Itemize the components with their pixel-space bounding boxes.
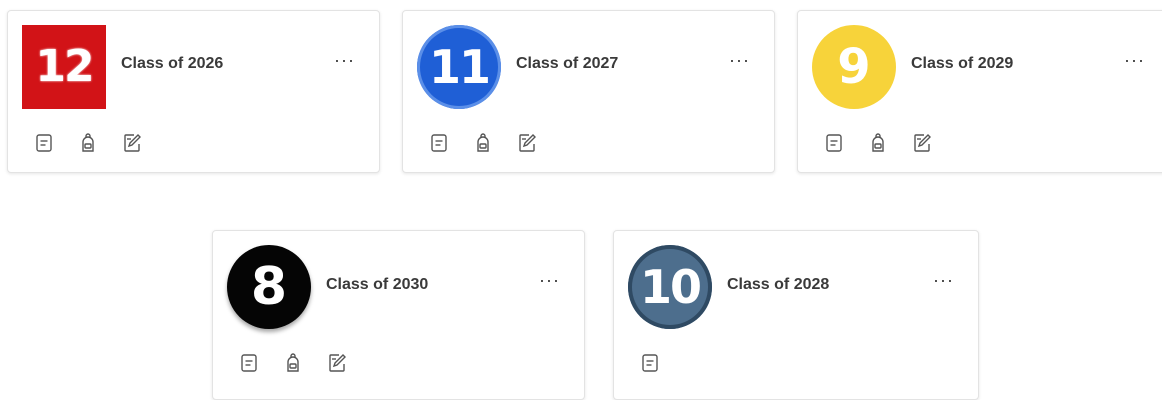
more-options-button[interactable]: ··· bbox=[334, 51, 355, 69]
more-options-button[interactable]: ··· bbox=[729, 51, 750, 69]
class-logo-number: 12 bbox=[35, 41, 94, 92]
notes-icon[interactable] bbox=[638, 351, 662, 375]
class-logo-number: 9 bbox=[837, 39, 871, 95]
class-logo-9: 9 bbox=[812, 25, 896, 109]
class-card-2028[interactable]: 10 Class of 2028 ··· bbox=[613, 230, 979, 400]
card-actions bbox=[32, 131, 144, 155]
card-actions bbox=[822, 131, 934, 155]
more-options-button[interactable]: ··· bbox=[1124, 51, 1145, 69]
class-logo-8: 8 bbox=[227, 245, 311, 329]
class-title[interactable]: Class of 2028 bbox=[727, 276, 829, 294]
notes-icon[interactable] bbox=[822, 131, 846, 155]
backpack-icon[interactable] bbox=[281, 351, 305, 375]
card-actions bbox=[638, 351, 662, 375]
notes-icon[interactable] bbox=[237, 351, 261, 375]
class-card-2030[interactable]: 8 Class of 2030 ··· bbox=[212, 230, 585, 400]
notes-icon[interactable] bbox=[427, 131, 451, 155]
assignment-edit-icon[interactable] bbox=[325, 351, 349, 375]
class-card-2027[interactable]: 11 Class of 2027 ··· bbox=[402, 10, 775, 173]
class-card-2026[interactable]: 12 Class of 2026 ··· bbox=[7, 10, 380, 173]
more-options-button[interactable]: ··· bbox=[539, 271, 560, 289]
class-logo-number: 11 bbox=[428, 40, 491, 94]
class-title[interactable]: Class of 2030 bbox=[326, 276, 428, 294]
assignment-edit-icon[interactable] bbox=[120, 131, 144, 155]
class-logo-12: 12 bbox=[22, 25, 106, 109]
assignment-edit-icon[interactable] bbox=[515, 131, 539, 155]
class-logo-number: 8 bbox=[250, 257, 288, 317]
class-title[interactable]: Class of 2027 bbox=[516, 55, 618, 73]
class-logo-11: 11 bbox=[417, 25, 501, 109]
card-actions bbox=[427, 131, 539, 155]
card-actions bbox=[237, 351, 349, 375]
class-title[interactable]: Class of 2026 bbox=[121, 55, 223, 73]
class-card-2029[interactable]: 9 Class of 2029 ··· bbox=[797, 10, 1162, 173]
backpack-icon[interactable] bbox=[866, 131, 890, 155]
class-logo-number: 10 bbox=[639, 260, 702, 314]
notes-icon[interactable] bbox=[32, 131, 56, 155]
backpack-icon[interactable] bbox=[471, 131, 495, 155]
class-logo-10: 10 bbox=[628, 245, 712, 329]
backpack-icon[interactable] bbox=[76, 131, 100, 155]
assignment-edit-icon[interactable] bbox=[910, 131, 934, 155]
class-title[interactable]: Class of 2029 bbox=[911, 55, 1013, 73]
more-options-button[interactable]: ··· bbox=[933, 271, 954, 289]
